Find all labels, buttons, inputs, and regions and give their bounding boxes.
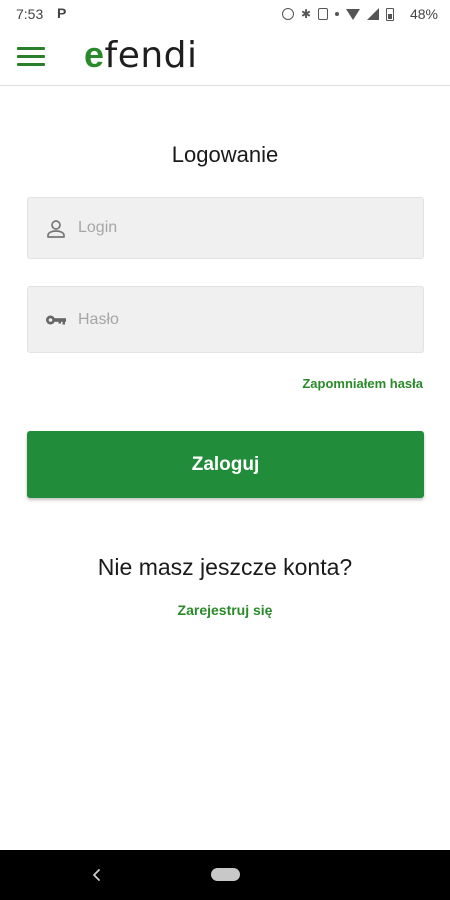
- no-account-text: Nie masz jeszcze konta?: [97, 554, 353, 580]
- login-button[interactable]: Zaloguj: [27, 431, 424, 498]
- register-link[interactable]: Zarejestruj się: [0, 602, 450, 618]
- login-field[interactable]: [27, 197, 424, 259]
- hamburger-menu-icon[interactable]: [14, 42, 50, 72]
- page-title: Logowanie: [171, 142, 279, 167]
- vibrate-icon: [318, 8, 328, 20]
- bluetooth-icon: ✱: [300, 7, 311, 21]
- status-time: 7:53: [16, 6, 44, 22]
- login-input[interactable]: [78, 198, 408, 258]
- signal-icon: [367, 8, 379, 20]
- status-icons: ✱: [281, 5, 394, 23]
- wifi-icon: [346, 8, 360, 20]
- user-icon: [47, 220, 65, 238]
- key-icon: [46, 315, 66, 325]
- forgot-password-link[interactable]: Zapomniałem hasła: [302, 376, 423, 391]
- password-field[interactable]: [27, 286, 424, 353]
- notification-p-icon: P: [57, 5, 67, 21]
- navigation-bar: [0, 850, 450, 900]
- home-pill-icon[interactable]: [211, 868, 240, 881]
- battery-percent: 48%: [409, 6, 438, 22]
- app-header: e fendi: [0, 28, 450, 86]
- dot-icon: [335, 12, 339, 16]
- efendi-logo: e fendi: [84, 34, 198, 76]
- password-input[interactable]: [78, 287, 408, 352]
- status-bar: 7:53 P ✱ 48%: [0, 0, 450, 28]
- back-icon[interactable]: [86, 864, 108, 886]
- logo-letter-e: e: [84, 34, 105, 75]
- battery-icon: [386, 7, 394, 21]
- alarm-icon: [281, 8, 294, 20]
- logo-text: fendi: [104, 35, 198, 76]
